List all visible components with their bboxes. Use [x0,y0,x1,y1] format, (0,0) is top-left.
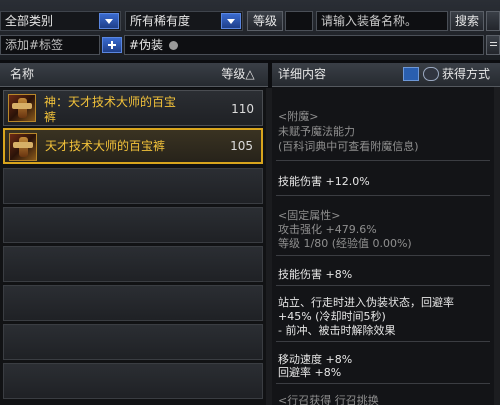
enchant-header: <附魔> [278,110,319,123]
menu-icon-line [490,45,497,46]
item-name: 神：天才技术大师的百宝 裤 [44,95,176,125]
column-level-sort[interactable]: 等级△ [210,63,266,85]
option-description-3: - 前冲、被击时解除效果 [278,324,396,337]
menu-icon [490,42,497,43]
empty-list-slot [3,363,263,399]
get-method-tab[interactable]: 获得方式 [442,63,490,85]
equipment-list: 神：天才技术大师的百宝 裤 110 天才技术大师的百宝裤 105 [0,88,268,405]
rarity-value: 所有稀有度 [130,14,191,28]
rarity-dropdown[interactable]: 所有稀有度 [125,11,243,31]
empty-list-slot [3,207,263,243]
tag-placeholder: 添加#标签 [5,38,64,52]
evasion-stat: 回避率 +8% [278,366,342,379]
fixed-attributes-header: <固定属性> [278,209,341,222]
divider [276,160,490,161]
item-name: 天才技术大师的百宝裤 [45,139,166,153]
level-experience: 等级 1/80 (经验值 0.00%) [278,237,412,250]
edge-button[interactable] [486,11,500,31]
pants-icon [9,133,37,161]
empty-list-slot [3,324,263,360]
option-description-2: +45% (冷却时间5秒) [278,310,386,323]
option-description-1: 站立、行走时进入伪装状态，回避率 [278,296,454,309]
attack-strength: 攻击强化 +479.6% [278,223,377,236]
divider [276,255,490,256]
item-name-line1: 神：天才技术大师的百宝 [44,95,177,109]
truncated-text: <行召获得 行召挑换 [278,394,379,405]
item-level: 110 [231,102,254,116]
item-name-line2: 裤 [44,110,57,124]
stat-label: 技能伤害 [278,175,322,188]
tag-chip-label: #伪装 [129,38,164,52]
category-value: 全部类别 [5,14,54,28]
column-name[interactable]: 名称 [10,63,34,85]
stat-value: +8% [325,268,353,281]
skill-damage-stat: 技能伤害 +12.0% [278,175,370,188]
chevron-down-icon[interactable] [99,13,119,29]
detail-scrollbar[interactable] [494,87,500,405]
skill-damage-stat: 技能伤害 +8% [278,268,352,281]
move-speed-stat: 移动速度 +8% [278,353,353,366]
divider [276,285,490,286]
search-button[interactable]: 搜索 [450,11,484,31]
equipment-icon[interactable] [403,67,419,81]
close-icon[interactable] [168,41,178,50]
chevron-down-icon[interactable] [221,13,241,29]
detail-title: 详细内容 [278,67,327,81]
divider [276,195,490,196]
add-tag-icon[interactable] [102,37,122,53]
item-level: 105 [230,139,253,153]
level-input[interactable] [285,11,313,31]
detail-header: 详细内容 获得方式 [272,63,500,87]
empty-list-slot [3,285,263,321]
eye-icon[interactable] [423,67,439,81]
list-item-selected[interactable]: 天才技术大师的百宝裤 105 [3,128,263,164]
search-placeholder: 请输入装备名称。 [321,14,418,28]
tag-input[interactable]: 添加#标签 [0,35,100,55]
enchant-hint: (百科词典中可查看附魔信息) [278,140,419,153]
equipment-search-input[interactable]: 请输入装备名称。 [316,11,448,31]
stat-value: +12.0% [325,175,370,188]
level-label: 等级 [247,11,283,31]
divider [276,383,490,384]
detail-panel: 详细内容 获得方式 <附魔> 未赋予魔法能力 (百科词典中可查看附魔信息) 技能… [272,63,500,405]
empty-list-slot [3,246,263,282]
list-item[interactable]: 神：天才技术大师的百宝 裤 110 [3,90,263,126]
active-tags-field[interactable]: #伪装 [124,35,484,55]
tag-chip: #伪装 [129,38,178,52]
empty-list-slot [3,168,263,204]
category-dropdown[interactable]: 全部类别 [0,11,121,31]
pants-icon [8,94,36,122]
stat-label: 技能伤害 [278,268,322,281]
enchant-status: 未赋予魔法能力 [278,125,355,138]
menu-button[interactable] [486,35,500,55]
divider [276,341,490,342]
list-header: 名称 等级△ [0,63,268,87]
